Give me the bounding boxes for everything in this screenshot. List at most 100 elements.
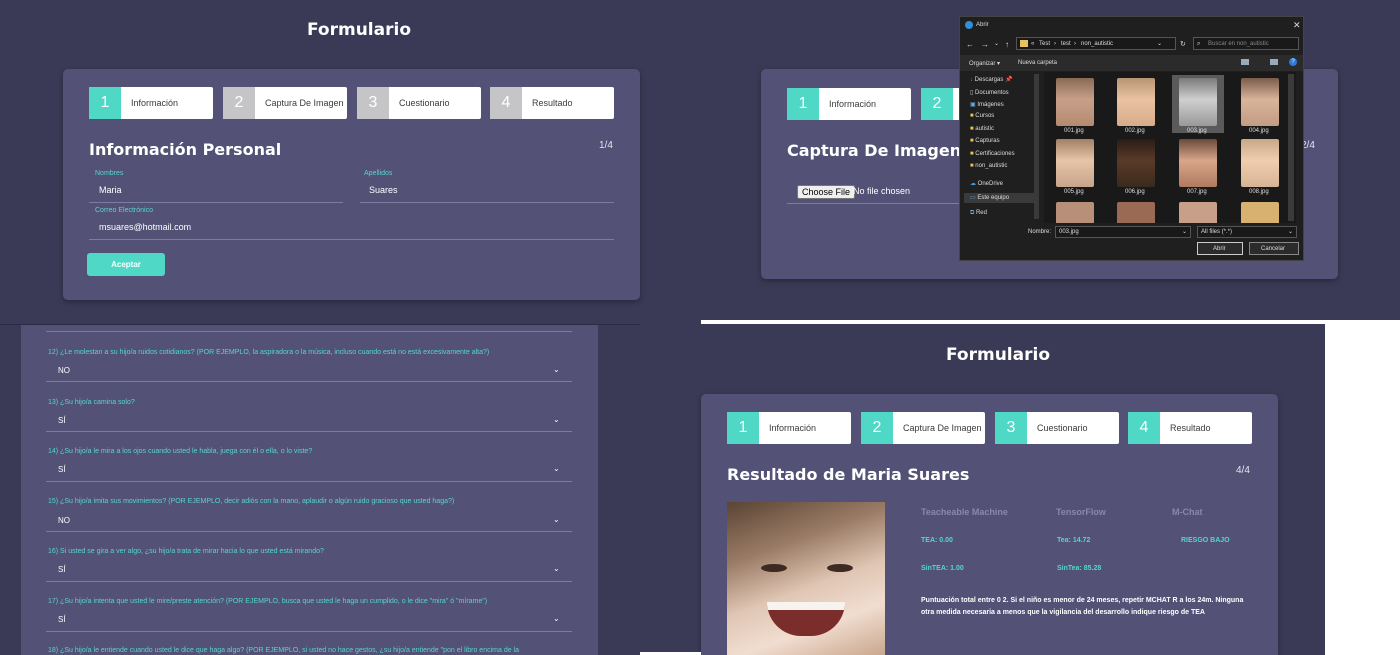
step-resultado[interactable]: 4 Resultado xyxy=(1128,412,1252,444)
chevron-down-icon[interactable]: ⌄ xyxy=(553,614,560,623)
forward-icon[interactable]: → xyxy=(981,40,989,49)
step-number: 1 xyxy=(787,88,819,120)
face-thumbnail xyxy=(1056,78,1094,126)
open-button[interactable]: Abrir xyxy=(1197,242,1243,255)
file-item-002[interactable]: 002.jpg xyxy=(1110,75,1162,134)
chevron-down-icon[interactable]: ⌄ xyxy=(553,365,560,374)
no-file-text: No file chosen xyxy=(853,186,911,196)
nombres-field[interactable]: Maria xyxy=(99,185,339,195)
question-underline xyxy=(46,531,572,532)
file-item-005[interactable]: 005.jpg xyxy=(1049,136,1101,195)
step-number: 2 xyxy=(921,88,953,120)
file-item-001[interactable]: 001.jpg xyxy=(1049,75,1101,134)
chevron-down-icon[interactable]: ⌄ xyxy=(553,415,560,424)
file-type-value: All files (*.*) xyxy=(1201,229,1233,235)
new-folder-button[interactable]: Nueva carpeta xyxy=(1018,60,1057,66)
preview-pane-icon[interactable] xyxy=(1270,59,1278,65)
email-field[interactable]: msuares@hotmail.com xyxy=(99,222,599,232)
face-thumbnail[interactable] xyxy=(1241,202,1279,223)
step-informacion[interactable]: 1 Información xyxy=(727,412,851,444)
file-item-007[interactable]: 007.jpg xyxy=(1172,136,1224,195)
file-item-008[interactable]: 008.jpg xyxy=(1234,136,1286,195)
tree-item-capturas[interactable]: ■ Capturas xyxy=(970,138,1000,144)
chevron-down-icon[interactable]: ⌄ xyxy=(553,564,560,573)
step-cuestionario[interactable]: 3 Cuestionario xyxy=(357,87,481,119)
chevron-down-icon[interactable]: ⌄ xyxy=(1157,40,1162,47)
face-thumbnail xyxy=(1241,78,1279,126)
help-icon[interactable]: ? xyxy=(1289,58,1297,66)
page-indicator: 4/4 xyxy=(1236,465,1250,476)
tree-item-non-autistic[interactable]: ■ non_autistic xyxy=(970,163,1007,169)
cloud-icon: ☁ xyxy=(970,181,976,187)
back-icon[interactable]: ← xyxy=(966,40,974,49)
folder-icon: ■ xyxy=(970,151,974,157)
step-label: Resultado xyxy=(532,98,573,108)
answer-select[interactable]: SÍ xyxy=(58,416,66,425)
tree-item-certificaciones[interactable]: ■ Certificaciones xyxy=(970,151,1015,157)
answer-select[interactable]: NO xyxy=(58,516,70,525)
file-item-003[interactable]: 003.jpg xyxy=(1172,75,1224,134)
tree-item-este-equipo[interactable]: ▭ Este equipo xyxy=(964,193,1034,203)
organize-menu[interactable]: Organizar ▾ xyxy=(969,60,1000,67)
file-item-006[interactable]: 006.jpg xyxy=(1110,136,1162,195)
file-grid: 001.jpg 002.jpg 003.jpg 004.jpg 005.jpg … xyxy=(1044,72,1296,223)
grid-scrollbar[interactable] xyxy=(1288,74,1294,221)
apellidos-label: Apellidos xyxy=(364,170,393,177)
answer-select[interactable]: SÍ xyxy=(58,615,66,624)
apellidos-field[interactable]: Suares xyxy=(369,185,609,195)
up-icon[interactable]: ↑ xyxy=(1005,40,1009,49)
close-icon[interactable]: ✕ xyxy=(1293,20,1301,31)
chevron-down-icon[interactable]: ⌄ xyxy=(553,464,560,473)
step-informacion[interactable]: 1 Información xyxy=(89,87,213,119)
step-captura[interactable]: 2 Captura De Imagen xyxy=(223,87,347,119)
step-informacion[interactable]: 1 Información xyxy=(787,88,911,120)
question-label: 12) ¿Le molestan a su hijo/a ruidos coti… xyxy=(48,349,490,356)
answer-select[interactable]: NO xyxy=(58,366,70,375)
step-captura[interactable]: 2 Captura De Imagen xyxy=(861,412,985,444)
tree-item-cursos[interactable]: ■ Cursos xyxy=(970,113,994,119)
address-bar[interactable]: « Test › test › non_autistic ⌄ xyxy=(1016,37,1176,50)
file-type-select[interactable]: All files (*.*) ⌄ xyxy=(1197,226,1297,238)
cancel-button[interactable]: Cancelar xyxy=(1249,242,1299,255)
file-item-004[interactable]: 004.jpg xyxy=(1234,75,1286,134)
file-name: 006.jpg xyxy=(1125,189,1145,195)
tree-scrollbar[interactable] xyxy=(1034,74,1039,219)
folder-tree: ↓ Descargas 📌 ▯ Documentos ▣ Imágenes ■ … xyxy=(960,72,1042,223)
folder-icon xyxy=(1020,40,1028,47)
breadcrumb-item[interactable]: non_autistic xyxy=(1081,41,1113,47)
file-name: 008.jpg xyxy=(1249,189,1269,195)
answer-select[interactable]: SÍ xyxy=(58,565,66,574)
chevron-down-icon[interactable]: ⌄ xyxy=(1288,228,1293,235)
step-resultado[interactable]: 4 Resultado xyxy=(490,87,614,119)
face-thumbnail[interactable] xyxy=(1056,202,1094,223)
tree-item-autistic[interactable]: ■ autistic xyxy=(970,126,994,132)
choose-file-button[interactable]: Choose File xyxy=(797,185,856,199)
search-input[interactable]: ⌕ Buscar en non_autistic xyxy=(1193,37,1299,50)
breadcrumb-item[interactable]: test xyxy=(1061,41,1071,47)
tree-item-descargas[interactable]: ↓ Descargas 📌 xyxy=(970,76,1013,83)
filename-input[interactable]: 003.jpg ⌄ xyxy=(1055,226,1191,238)
tree-item-onedrive[interactable]: ☁ OneDrive xyxy=(970,180,1003,187)
answer-select[interactable]: SÍ xyxy=(58,465,66,474)
eye xyxy=(761,564,787,572)
chevron-down-icon[interactable]: ⌄ xyxy=(1182,228,1187,235)
tree-item-documentos[interactable]: ▯ Documentos xyxy=(970,89,1009,96)
tree-item-imagenes[interactable]: ▣ Imágenes xyxy=(970,101,1004,108)
tree-item-red[interactable]: ⧉ Red xyxy=(970,210,987,217)
step-cuestionario[interactable]: 3 Cuestionario xyxy=(995,412,1119,444)
view-icon[interactable] xyxy=(1241,59,1249,65)
step-number: 3 xyxy=(357,87,389,119)
chevron-down-icon[interactable]: ⌄ xyxy=(994,40,999,47)
result-panel: 1 Información 2 Captura De Imagen 3 Cues… xyxy=(701,394,1278,655)
face-thumbnail[interactable] xyxy=(1117,202,1155,223)
questionnaire-panel: 12) ¿Le molestan a su hijo/a ruidos coti… xyxy=(21,325,598,655)
nombres-label: Nombres xyxy=(95,170,124,177)
breadcrumb-item[interactable]: Test xyxy=(1039,41,1050,47)
face-thumbnail[interactable] xyxy=(1179,202,1217,223)
refresh-icon[interactable]: ↻ xyxy=(1180,40,1186,48)
accept-button[interactable]: Aceptar xyxy=(87,253,165,276)
chevron-down-icon[interactable]: ⌄ xyxy=(553,515,560,524)
file-name: 002.jpg xyxy=(1125,128,1145,134)
eye xyxy=(827,564,853,572)
question-label: 13) ¿Su hijo/a camina solo? xyxy=(48,399,135,406)
